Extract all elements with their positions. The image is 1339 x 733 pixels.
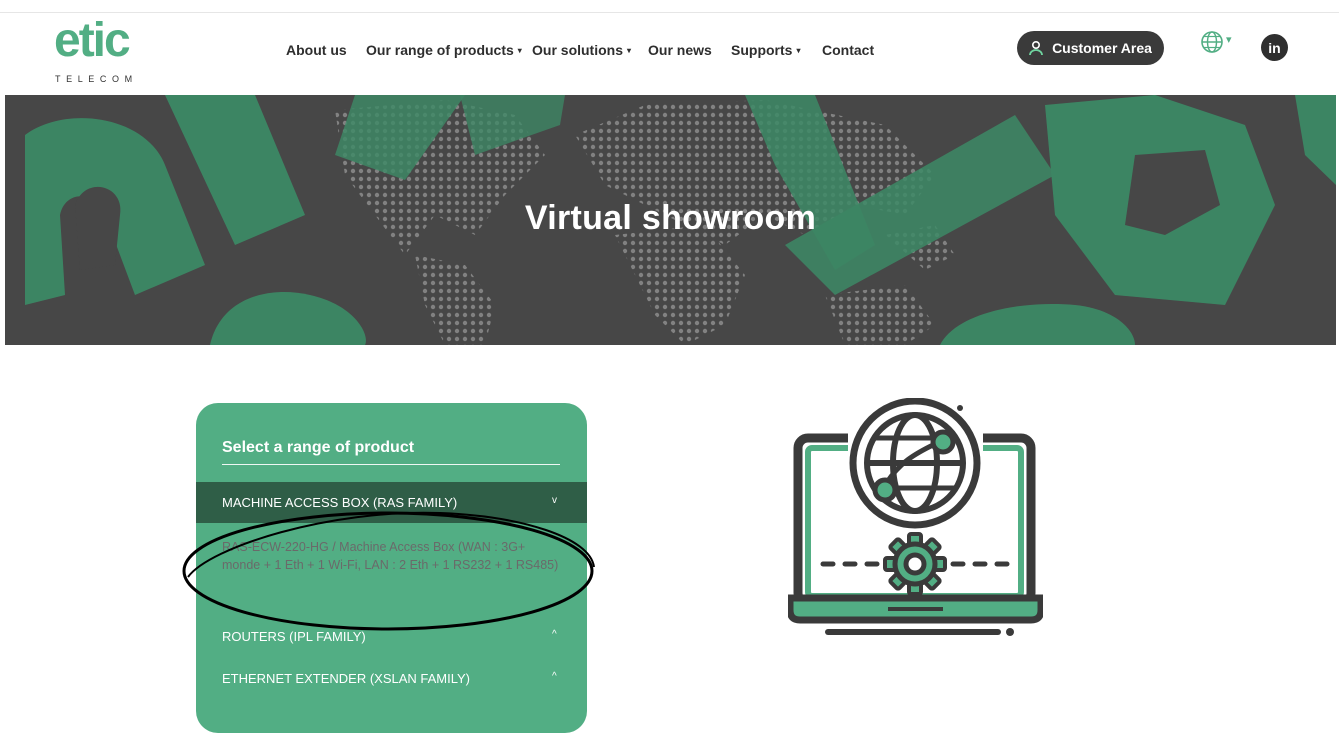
chevron-down-icon: ▾ — [1226, 34, 1232, 46]
customer-area-label: Customer Area — [1052, 40, 1152, 56]
selector-divider — [222, 464, 560, 465]
nav-supports[interactable]: Supports ▾ — [731, 42, 800, 58]
logo-wordmark: etic — [54, 14, 131, 67]
hero-title: Virtual showroom — [524, 199, 817, 237]
nav-solutions-label: Our solutions — [532, 42, 623, 58]
nav-about-us-label: About us — [286, 42, 347, 58]
accordion-xslan-label: ETHERNET EXTENDER (XSLAN FAMILY) — [222, 671, 471, 686]
nav-news-label: Our news — [648, 42, 712, 58]
logo-word-text: etic — [54, 14, 131, 67]
accordion-xslan-family[interactable]: ETHERNET EXTENDER (XSLAN FAMILY) ^ — [196, 658, 587, 699]
accordion-ras-label: MACHINE ACCESS BOX (RAS FAMILY) — [222, 495, 458, 510]
hero-banner: Virtual showroom — [5, 95, 1336, 345]
nav-products-label: Our range of products — [366, 42, 514, 58]
nav-products[interactable]: Our range of products ▾ — [366, 42, 522, 58]
chevron-down-icon: v — [552, 495, 557, 506]
chevron-down-icon: ▾ — [517, 46, 522, 55]
laptop-globe-gear-icon — [788, 398, 1043, 636]
chevron-down-icon: ▾ — [796, 46, 801, 55]
accordion-ras-family[interactable]: MACHINE ACCESS BOX (RAS FAMILY) v — [196, 482, 587, 523]
product-range-selector: Select a range of product MACHINE ACCESS… — [196, 403, 587, 733]
logo-subtitle: TELECOM — [55, 74, 138, 84]
selector-title: Select a range of product — [222, 439, 415, 456]
nav-contact-label: Contact — [822, 42, 875, 58]
chevron-down-icon: ▾ — [627, 46, 632, 55]
nav-supports-label: Supports — [731, 42, 793, 58]
product-link-ras-ecw-220-hg[interactable]: RAS-ECW-220-HG / Machine Access Box (WAN… — [222, 538, 562, 574]
globe-icon — [1201, 31, 1223, 53]
language-selector[interactable]: ▾ — [1200, 30, 1242, 56]
linkedin-label: in — [1268, 39, 1281, 56]
nav-about-us[interactable]: About us — [286, 42, 347, 58]
nav-contact[interactable]: Contact — [822, 42, 874, 58]
accordion-ipl-label: ROUTERS (IPL FAMILY) — [222, 629, 366, 644]
accordion-ipl-family[interactable]: ROUTERS (IPL FAMILY) ^ — [196, 616, 587, 657]
linkedin-icon[interactable]: in — [1261, 34, 1288, 61]
nav-news[interactable]: Our news — [648, 42, 712, 58]
chevron-up-icon: ^ — [552, 671, 557, 682]
top-divider — [0, 12, 1339, 13]
chevron-up-icon: ^ — [552, 629, 557, 640]
etic-logo[interactable]: etic TELECOM — [54, 15, 144, 85]
nav-solutions[interactable]: Our solutions ▾ — [532, 42, 631, 58]
site-header: etic TELECOM About us Our range of produ… — [0, 14, 1339, 94]
customer-area-button[interactable]: Customer Area — [1017, 31, 1164, 65]
user-icon — [1029, 40, 1043, 56]
